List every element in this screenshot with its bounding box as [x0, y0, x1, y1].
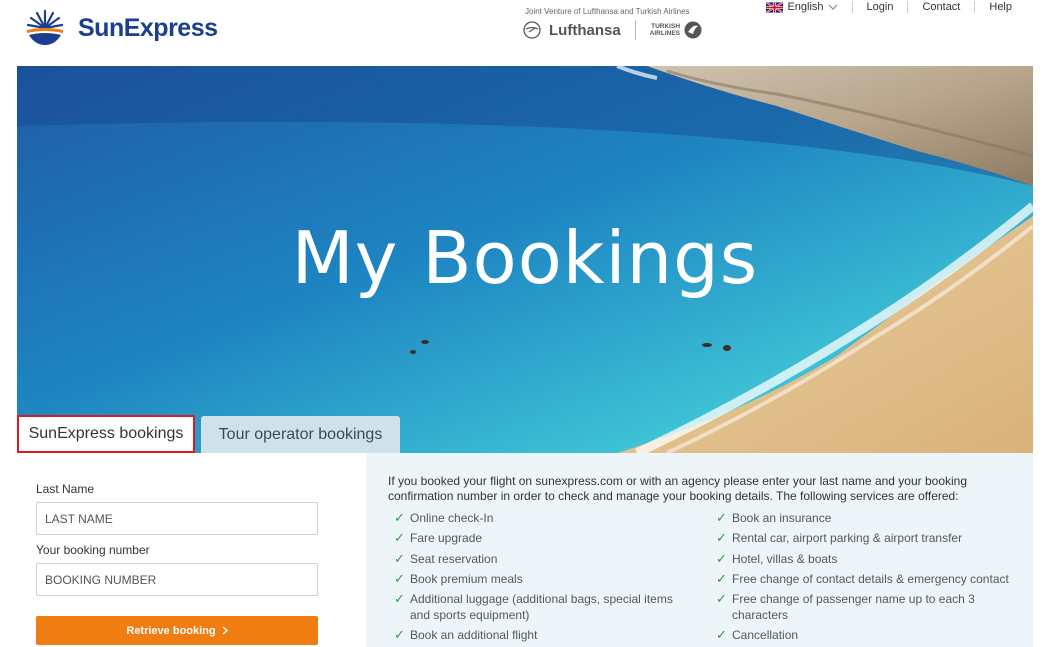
brand-logo[interactable]: SunExpress — [26, 9, 218, 47]
lufthansa-label: Lufthansa — [549, 21, 621, 39]
lufthansa-logo: Lufthansa — [523, 21, 621, 39]
lastname-input[interactable] — [36, 502, 318, 535]
check-icon: ✓ — [394, 550, 405, 566]
help-link[interactable]: Help — [975, 1, 1026, 13]
check-icon: ✓ — [394, 591, 405, 607]
check-icon: ✓ — [394, 627, 405, 643]
brand-name: SunExpress — [78, 13, 218, 42]
check-icon: ✓ — [716, 510, 727, 525]
turkish-label-line2: AIRLINES — [649, 30, 681, 37]
tab-sunexpress-bookings[interactable]: SunExpress bookings — [17, 415, 195, 453]
sun-logo-icon — [26, 9, 64, 45]
joint-venture-note: Joint Venture of Lufthansa and Turkish A… — [525, 7, 690, 16]
contact-link[interactable]: Contact — [908, 1, 974, 13]
check-icon: ✓ — [716, 530, 727, 546]
booking-lookup-form: Last Name Your booking number Retrieve b… — [36, 482, 318, 645]
services-info-panel: If you booked your flight on sunexpress.… — [366, 453, 1033, 647]
language-label: English — [787, 1, 824, 13]
partner-logos: Lufthansa TURKISH AIRLINES — [523, 20, 702, 40]
service-item: ✓ Book premium meals — [394, 570, 523, 586]
check-icon: ✓ — [716, 627, 727, 643]
retrieve-booking-button[interactable]: Retrieve booking — [36, 616, 318, 645]
language-selector[interactable]: English — [752, 1, 851, 13]
hero-banner: My Bookings — [17, 66, 1033, 453]
check-icon: ✓ — [394, 530, 405, 546]
booking-number-input[interactable] — [36, 563, 318, 596]
booking-number-label: Your booking number — [36, 543, 150, 557]
chevron-down-icon — [828, 4, 837, 10]
chevron-right-icon — [222, 626, 228, 635]
page-title: My Bookings — [291, 216, 759, 300]
check-icon: ✓ — [716, 570, 727, 586]
check-icon: ✓ — [394, 510, 405, 525]
uk-flag-icon — [766, 1, 784, 13]
turkish-airlines-logo: TURKISH AIRLINES — [650, 21, 702, 39]
site-header: SunExpress Joint Venture of Lufthansa an… — [0, 0, 1048, 66]
service-item: ✓ Hotel, villas & boats — [716, 550, 838, 566]
tab-tour-operator-bookings[interactable]: Tour operator bookings — [201, 416, 400, 453]
service-item: ✓ Book an insurance — [716, 510, 832, 525]
retrieve-booking-label: Retrieve booking — [126, 624, 216, 637]
partner-divider — [634, 20, 636, 40]
service-item: ✓ Cancellation — [716, 627, 799, 643]
login-link[interactable]: Login — [853, 1, 908, 13]
top-navigation: English Login Contact Help — [752, 1, 1026, 13]
service-item: ✓ Free change of passenger name up to eac… — [716, 591, 975, 623]
service-item: ✓ Online check-In — [394, 510, 494, 525]
service-item: ✓ Seat reservation — [394, 550, 498, 566]
check-icon: ✓ — [716, 591, 727, 607]
services-list-right: ✓ Book an insurance ✓ Rental car, airport … — [716, 510, 1026, 647]
service-item: ✓ Rental car, airport parking & airport t… — [716, 530, 963, 546]
lastname-label: Last Name — [36, 482, 95, 496]
check-icon: ✓ — [716, 550, 727, 566]
services-list-left: ✓ Online check-In ✓ Fare upgrade ✓ Seat res… — [394, 510, 694, 647]
check-icon: ✓ — [394, 570, 405, 586]
service-item: ✓ Additional luggage (additional bags, sp… — [394, 591, 673, 623]
service-item: ✓ Free change of contact details & emerge… — [716, 570, 1009, 586]
service-item: ✓ Book an additional flight — [394, 627, 538, 643]
turkish-label-line1: TURKISH — [651, 23, 681, 30]
turkish-bird-icon — [684, 21, 702, 39]
crane-icon — [523, 21, 541, 39]
services-intro-text: If you booked your flight on sunexpress.… — [388, 474, 968, 503]
service-item: ✓ Fare upgrade — [394, 530, 483, 546]
